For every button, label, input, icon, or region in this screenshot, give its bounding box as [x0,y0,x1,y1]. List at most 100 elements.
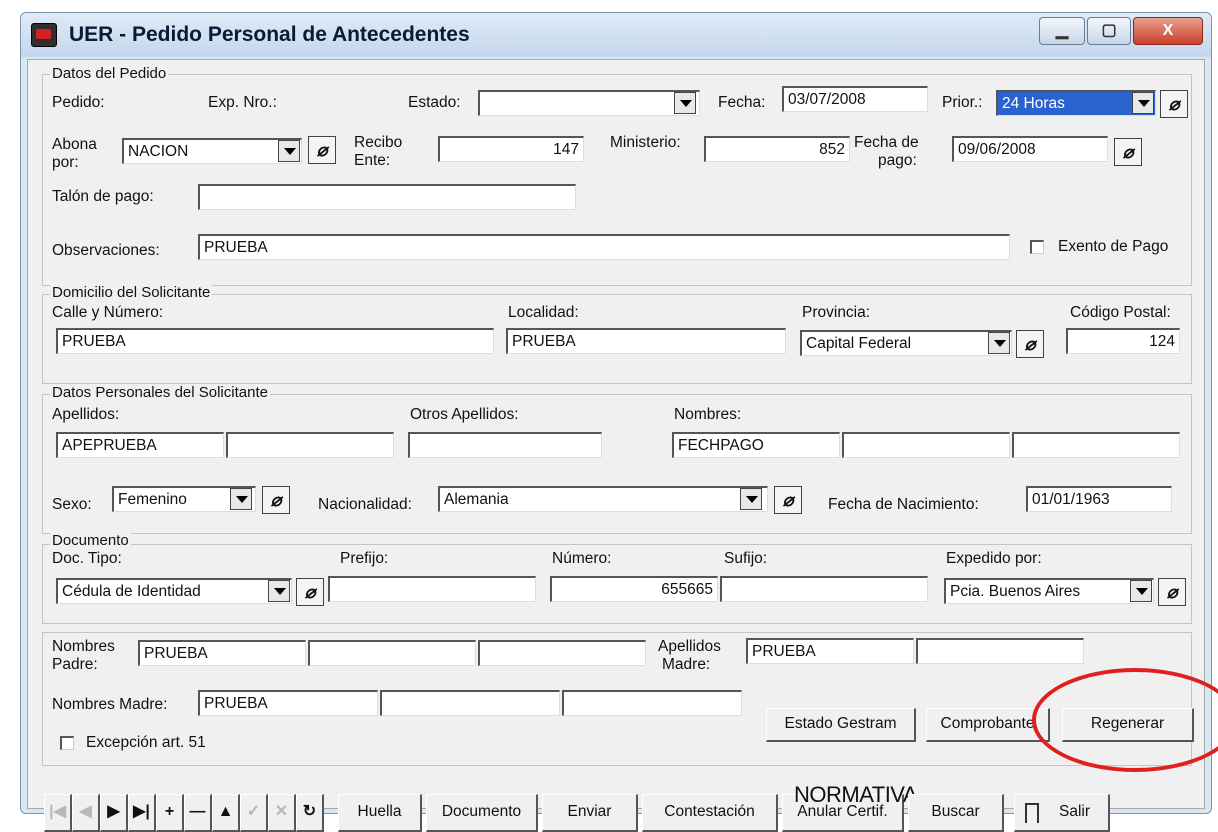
huella-button[interactable]: Huella [338,794,422,832]
estado-dropdown-arrow-icon[interactable] [674,92,696,114]
exit-door-icon [1025,803,1039,823]
fecha-field[interactable]: 03/07/2008 [782,86,928,112]
fecha-nacimiento-label: Fecha de Nacimiento: [828,496,979,513]
documento-button[interactable]: Documento [426,794,538,832]
padre-nombre-3-field[interactable] [478,640,646,666]
calle-label: Calle y Número: [52,304,164,321]
nacionalidad-clear-eraser-icon[interactable]: ⌀ [774,486,802,514]
nav-confirm-button[interactable]: ✓ [240,794,268,832]
sexo-clear-eraser-icon[interactable]: ⌀ [262,486,290,514]
excepcion-checkbox[interactable] [60,736,74,750]
apellidos-madre-label: Apellidos [658,638,721,655]
datos-pedido-legend: Datos del Pedido [50,65,169,82]
otros-apellidos-field[interactable] [408,432,602,458]
padre-nombre-2-field[interactable] [308,640,476,666]
fecha-pago-clear-eraser-icon[interactable]: ⌀ [1114,138,1142,166]
madre-nombre-3-field[interactable] [562,690,742,716]
apellido-2-field[interactable] [226,432,394,458]
nav-prev-button[interactable]: ◀ [72,794,100,832]
madre-nombre-1-field[interactable]: PRUEBA [198,690,378,716]
doc-tipo-dropdown-arrow-icon[interactable] [268,580,290,602]
title-bar[interactable]: UER - Pedido Personal de Antecedentes ▁ … [21,13,1211,57]
doc-tipo-clear-eraser-icon[interactable]: ⌀ [296,578,324,606]
recibo-ente-field[interactable]: 147 [438,136,584,162]
fecha-pago-label: Fecha de [854,134,919,151]
maximize-button[interactable]: ▢ [1087,17,1131,45]
prefijo-label: Prefijo: [340,550,389,567]
nav-refresh-button[interactable]: ↻ [296,794,324,832]
observaciones-field[interactable]: PRUEBA [198,234,1010,260]
nav-add-button[interactable]: + [156,794,184,832]
provincia-select[interactable]: Capital Federal [800,330,1012,356]
nombres-madre-label: Nombres Madre: [52,696,168,713]
apellido-1-field[interactable]: APEPRUEBA [56,432,224,458]
exento-pago-checkbox[interactable] [1030,240,1044,254]
nombre-2-field[interactable] [842,432,1010,458]
fecha-pago-field[interactable]: 09/06/2008 [952,136,1108,162]
sexo-dropdown-arrow-icon[interactable] [230,488,252,510]
prior-label: Prior.: [942,94,983,111]
nombres-padre-label-2: Padre: [52,656,98,673]
exento-pago-label: Exento de Pago [1058,238,1169,255]
nav-cancel-button[interactable]: ✕ [268,794,296,832]
estado-label: Estado: [408,94,461,111]
nacionalidad-select[interactable]: Alemania [438,486,768,512]
talon-label: Talón de pago: [52,188,154,205]
recibo-ente-label: Ente: [354,152,391,169]
nav-up-button[interactable]: ▲ [212,794,240,832]
fecha-nacimiento-field[interactable]: 01/01/1963 [1026,486,1172,512]
localidad-field[interactable]: PRUEBA [506,328,786,354]
enviar-button[interactable]: Enviar [542,794,638,832]
otros-apellidos-label: Otros Apellidos: [410,406,519,423]
app-window: UER - Pedido Personal de Antecedentes ▁ … [20,12,1212,832]
nav-next-button[interactable]: ▶ [100,794,128,832]
recibo-label: Recibo [354,134,403,151]
codigo-postal-field[interactable]: 124 [1066,328,1180,354]
minimize-button[interactable]: ▁ [1039,17,1085,45]
documento-legend: Documento [50,532,131,549]
estado-gestram-button[interactable]: Estado Gestram [766,708,916,742]
estado-select[interactable] [478,90,700,116]
prioridad-dropdown-arrow-icon[interactable] [1132,92,1154,114]
nombres-label: Nombres: [674,406,742,423]
talon-field[interactable] [198,184,576,210]
doc-tipo-select[interactable]: Cédula de Identidad [56,578,292,604]
contestacion-button[interactable]: Contestación [642,794,778,832]
abona-label: Abona [52,136,97,153]
numero-field[interactable]: 655665 [550,576,718,602]
calle-field[interactable]: PRUEBA [56,328,494,354]
prioridad-clear-eraser-icon[interactable]: ⌀ [1160,90,1188,118]
buscar-button[interactable]: Buscar [908,794,1004,832]
sufijo-field[interactable] [720,576,928,602]
abona-dropdown-arrow-icon[interactable] [278,140,300,162]
salir-button[interactable]: Salir [1014,794,1110,832]
normativa-overlay-label: NORMATIVA [794,782,918,807]
expedido-select[interactable]: Pcia. Buenos Aires [944,578,1154,604]
nacionalidad-label: Nacionalidad: [318,496,412,513]
madre-apellido-1-field[interactable]: PRUEBA [746,638,914,664]
madre-apellido-2-field[interactable] [916,638,1084,664]
nav-delete-button[interactable]: — [184,794,212,832]
nav-last-button[interactable]: ▶| [128,794,156,832]
nombre-3-field[interactable] [1012,432,1180,458]
abona-por-label: por: [52,154,79,171]
abona-clear-eraser-icon[interactable]: ⌀ [308,136,336,164]
prefijo-field[interactable] [328,576,536,602]
expedido-clear-eraser-icon[interactable]: ⌀ [1158,578,1186,606]
observaciones-label: Observaciones: [52,242,160,259]
comprobante-button[interactable]: Comprobante [926,708,1050,742]
nombre-1-field[interactable]: FECHPAGO [672,432,840,458]
numero-label: Número: [552,550,612,567]
padre-nombre-1-field[interactable]: PRUEBA [138,640,306,666]
provincia-clear-eraser-icon[interactable]: ⌀ [1016,330,1044,358]
expedido-dropdown-arrow-icon[interactable] [1130,580,1152,602]
provincia-dropdown-arrow-icon[interactable] [988,332,1010,354]
madre-nombre-2-field[interactable] [380,690,560,716]
abona-por-select[interactable]: NACION [122,138,302,164]
fecha-label: Fecha: [718,94,766,111]
close-button[interactable]: X [1133,17,1203,45]
nav-first-button[interactable]: |◀ [44,794,72,832]
expedido-label: Expedido por: [946,550,1042,567]
nacionalidad-dropdown-arrow-icon[interactable] [740,488,762,510]
ministerio-field[interactable]: 852 [704,136,850,162]
